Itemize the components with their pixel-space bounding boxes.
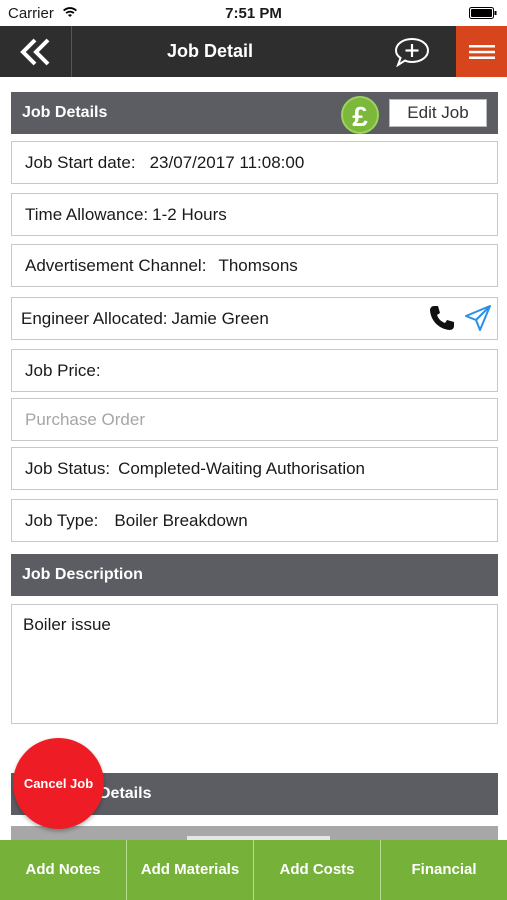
hamburger-icon bbox=[468, 44, 495, 59]
add-chat-button[interactable] bbox=[388, 32, 436, 72]
job-description-header: Job Description bbox=[11, 554, 498, 596]
job-start-date-row: Job Start date: 23/07/2017 11:08:00 bbox=[11, 141, 498, 184]
job-description-title: Job Description bbox=[22, 566, 143, 583]
page-title: Job Detail bbox=[166, 41, 254, 61]
engineer-allocated-row: Engineer Allocated: Jamie Green bbox=[11, 297, 498, 340]
job-description-text[interactable]: Boiler issue bbox=[11, 604, 498, 724]
field-label: Job Type: bbox=[25, 511, 99, 530]
send-icon[interactable] bbox=[463, 303, 493, 333]
financial-pound-icon[interactable]: £ bbox=[341, 96, 379, 134]
phone-icon[interactable] bbox=[428, 304, 456, 332]
bottom-toolbar: Add Notes Add Materials Add Costs Financ… bbox=[0, 840, 507, 900]
status-bar: Carrier 7:51 PM bbox=[0, 0, 507, 26]
nav-bar: Job Detail bbox=[0, 26, 507, 77]
field-label: Time Allowance: bbox=[25, 205, 149, 224]
advertisement-channel-row: Advertisement Channel: Thomsons bbox=[11, 244, 498, 287]
field-label: Job Start date: bbox=[25, 153, 136, 172]
cancel-job-button[interactable]: Cancel Job bbox=[13, 738, 104, 829]
double-chevron-left-icon bbox=[19, 38, 49, 65]
job-details-title: Job Details bbox=[22, 104, 108, 121]
add-notes-button[interactable]: Add Notes bbox=[0, 840, 127, 900]
financial-button[interactable]: Financial bbox=[381, 840, 507, 900]
field-value: 23/07/2017 11:08:00 bbox=[149, 153, 305, 172]
chat-add-icon bbox=[394, 37, 430, 67]
field-label: Advertisement Channel: bbox=[25, 256, 207, 275]
field-value: 1-2 Hours bbox=[152, 205, 227, 224]
field-label: Engineer Allocated: bbox=[21, 309, 168, 328]
job-status-row: Job Status: Completed-Waiting Authorisati… bbox=[11, 447, 498, 490]
field-value: Jamie Green bbox=[171, 309, 269, 328]
job-type-row: Job Type: Boiler Breakdown bbox=[11, 499, 498, 542]
status-time: 7:51 PM bbox=[225, 5, 282, 22]
field-label: Job Status: bbox=[25, 459, 111, 478]
edit-job-button[interactable]: Edit Job bbox=[389, 99, 487, 127]
battery-icon bbox=[469, 7, 497, 19]
field-value: Completed-Waiting Authorisation bbox=[118, 459, 366, 478]
purchase-order-placeholder: Purchase Order bbox=[25, 410, 145, 429]
add-costs-button[interactable]: Add Costs bbox=[254, 840, 381, 900]
purchase-order-input[interactable]: Purchase Order bbox=[11, 398, 498, 441]
menu-button[interactable] bbox=[456, 26, 507, 77]
back-button[interactable] bbox=[0, 26, 72, 77]
details-section-title: Details bbox=[99, 785, 152, 802]
job-price-row: Job Price: bbox=[11, 349, 498, 392]
add-materials-button[interactable]: Add Materials bbox=[127, 840, 254, 900]
field-value: Boiler Breakdown bbox=[114, 511, 248, 530]
field-label: Job Price: bbox=[25, 361, 101, 380]
time-allowance-row: Time Allowance: 1-2 Hours bbox=[11, 193, 498, 236]
field-value: Thomsons bbox=[218, 256, 298, 275]
